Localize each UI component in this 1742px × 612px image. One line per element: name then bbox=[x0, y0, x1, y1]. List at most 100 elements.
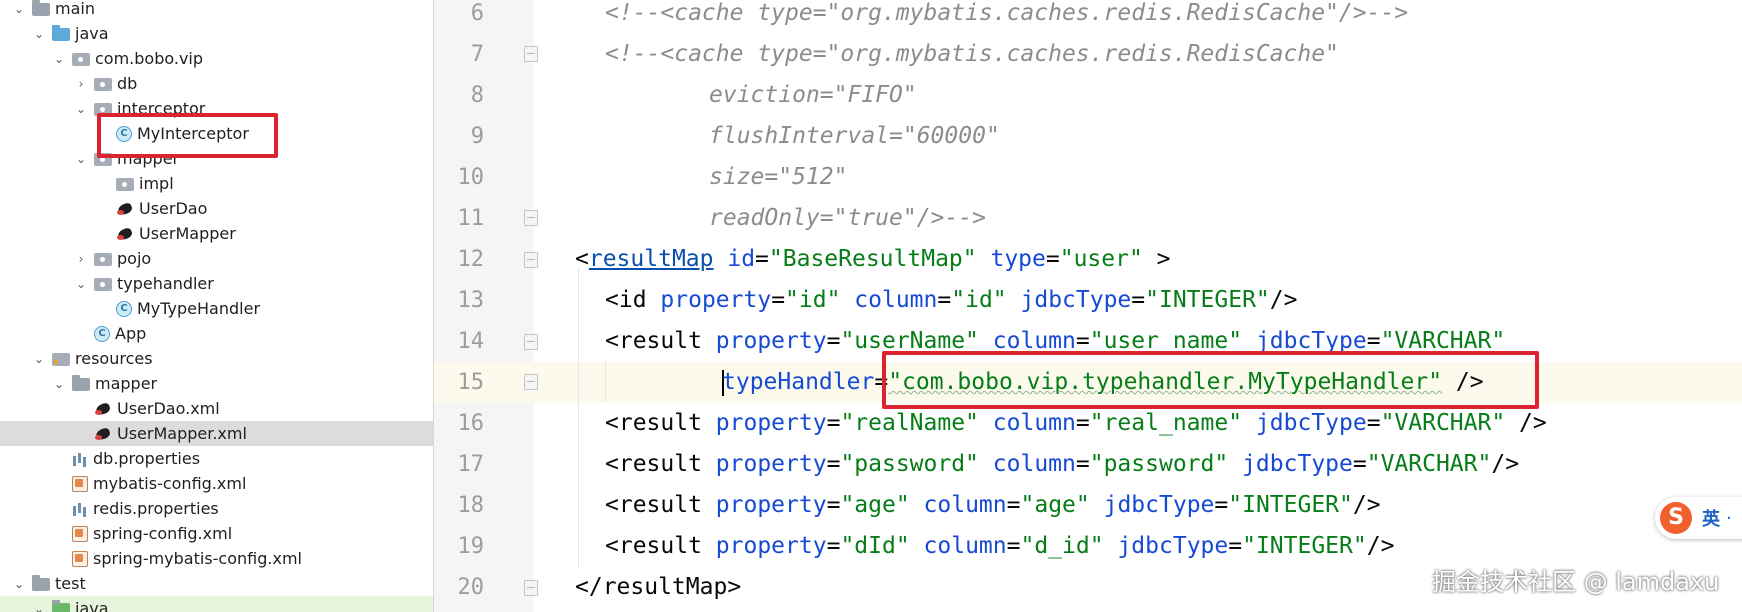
code-line-15[interactable]: typeHandler="com.bobo.vip.typehandler.My… bbox=[722, 362, 1484, 403]
xml-comment: <!--<cache type="org.mybatis.caches.redi… bbox=[605, 41, 1339, 67]
chevron-down-icon[interactable]: ⌄ bbox=[32, 352, 46, 366]
xml-value: "password" bbox=[1089, 451, 1229, 477]
chevron-down-icon[interactable]: ⌄ bbox=[32, 602, 46, 612]
tree-item-interceptor[interactable]: ⌄ interceptor bbox=[0, 96, 433, 121]
xml-attribute: typeHandler bbox=[722, 369, 875, 395]
code-line-16[interactable]: <result property="realName" column="real… bbox=[605, 403, 1547, 444]
fold-marker-icon[interactable] bbox=[524, 252, 538, 268]
tree-item-com-bobo-vip[interactable]: ⌄ com.bobo.vip bbox=[0, 46, 433, 71]
tree-item-label: java bbox=[75, 24, 109, 43]
tree-item-label: mybatis-config.xml bbox=[93, 474, 247, 493]
tree-item-label: mapper bbox=[95, 374, 158, 393]
chevron-down-icon[interactable]: ⌄ bbox=[12, 577, 26, 591]
chevron-right-icon[interactable]: › bbox=[74, 252, 88, 266]
tree-item-impl[interactable]: impl bbox=[0, 171, 433, 196]
fold-marker-icon[interactable] bbox=[524, 580, 538, 596]
tree-item-pojo[interactable]: › pojo bbox=[0, 246, 433, 271]
resources-folder-icon bbox=[52, 353, 70, 366]
xml-value: "age" bbox=[840, 492, 910, 518]
xml-attribute: column bbox=[923, 533, 1007, 559]
code-line-14[interactable]: <result property="userName" column="user… bbox=[605, 321, 1505, 362]
tree-item-label: App bbox=[115, 324, 147, 343]
code-line-17[interactable]: <result property="password" column="pass… bbox=[605, 444, 1519, 485]
code-line-18[interactable]: <result property="age" column="age" jdbc… bbox=[605, 485, 1381, 526]
tree-item-db[interactable]: › db bbox=[0, 71, 433, 96]
tree-item-test[interactable]: ⌄ test bbox=[0, 571, 433, 596]
code-line-10[interactable]: size="512" bbox=[709, 157, 847, 198]
tree-item-db-properties[interactable]: db.properties bbox=[0, 446, 433, 471]
tree-item-test-java[interactable]: ⌄ java bbox=[0, 596, 433, 612]
tree-item-redis-properties[interactable]: redis.properties bbox=[0, 496, 433, 521]
code-line-8[interactable]: eviction="FIFO" bbox=[709, 75, 917, 116]
tree-item-main[interactable]: ⌄ main bbox=[0, 0, 433, 21]
code-line-12[interactable]: <resultMap id="BaseResultMap" type="user… bbox=[575, 239, 1171, 280]
code-line-19[interactable]: <result property="dId" column="d_id" jdb… bbox=[605, 526, 1394, 567]
xml-comment: size="512" bbox=[709, 164, 848, 190]
tree-item-app[interactable]: C App bbox=[0, 321, 433, 346]
tree-item-myinterceptor[interactable]: C MyInterceptor bbox=[0, 121, 433, 146]
tree-item-mytypehandler[interactable]: C MyTypeHandler bbox=[0, 296, 433, 321]
tree-item-usermapper-xml[interactable]: UserMapper.xml bbox=[0, 421, 433, 446]
package-icon bbox=[72, 53, 90, 66]
code-line-20[interactable]: </resultMap> bbox=[575, 567, 741, 608]
fold-marker-icon[interactable] bbox=[524, 210, 538, 226]
tree-item-label: redis.properties bbox=[93, 499, 219, 518]
xml-value: "real_name" bbox=[1089, 410, 1243, 436]
xml-value: "realName" bbox=[840, 410, 979, 436]
chevron-down-icon[interactable]: ⌄ bbox=[32, 27, 46, 41]
tree-item-label: UserMapper bbox=[139, 224, 236, 243]
code-line-11[interactable]: readOnly="true"/>--> bbox=[709, 198, 986, 239]
tree-item-resources[interactable]: ⌄ resources bbox=[0, 346, 433, 371]
code-line-9[interactable]: flushInterval="60000" bbox=[709, 116, 1000, 157]
xml-value: "INTEGER" bbox=[1228, 492, 1353, 518]
chevron-down-icon[interactable]: ⌄ bbox=[74, 102, 88, 116]
xml-tag-open: <result bbox=[605, 451, 702, 477]
tree-item-mapper[interactable]: ⌄ mapper bbox=[0, 146, 433, 171]
chevron-right-icon[interactable]: › bbox=[74, 77, 88, 91]
xml-value: "userName" bbox=[840, 328, 979, 354]
fold-marker-icon[interactable] bbox=[524, 46, 538, 62]
xml-tag-close: > bbox=[1142, 246, 1171, 272]
line-number: 16 bbox=[457, 411, 485, 436]
xml-comment: flushInterval="60000" bbox=[709, 123, 1000, 149]
code-line-7[interactable]: <!--<cache type="org.mybatis.caches.redi… bbox=[605, 34, 1339, 75]
tree-item-spring-mybatis-config-xml[interactable]: spring-mybatis-config.xml bbox=[0, 546, 433, 571]
xml-tag-close: /> bbox=[1352, 492, 1381, 518]
folder-icon bbox=[72, 375, 90, 391]
chevron-down-icon[interactable]: ⌄ bbox=[12, 2, 26, 16]
package-icon bbox=[94, 103, 112, 116]
tree-item-java[interactable]: ⌄ java bbox=[0, 21, 433, 46]
tree-item-label: impl bbox=[139, 174, 174, 193]
line-number: 6 bbox=[470, 1, 484, 26]
tree-item-label: MyTypeHandler bbox=[137, 299, 261, 318]
code-line-6[interactable]: <!--<cache type="org.mybatis.caches.redi… bbox=[605, 0, 1408, 34]
code-line-13[interactable]: <id property="id" column="id" jdbcType="… bbox=[605, 280, 1297, 321]
tree-item-typehandler[interactable]: ⌄ typehandler bbox=[0, 271, 433, 296]
xml-comment: <!--<cache type="org.mybatis.caches.redi… bbox=[605, 0, 1409, 26]
xml-tag-name[interactable]: resultMap bbox=[589, 246, 714, 272]
ime-extra: · bbox=[1726, 507, 1732, 529]
xml-value: "age" bbox=[1020, 492, 1090, 518]
tree-item-label: MyInterceptor bbox=[137, 124, 249, 143]
fold-marker-icon[interactable] bbox=[524, 334, 538, 350]
test-source-folder-icon bbox=[52, 600, 70, 612]
xml-attribute: column bbox=[854, 287, 938, 313]
chevron-down-icon[interactable]: ⌄ bbox=[52, 52, 66, 66]
chevron-down-icon[interactable]: ⌄ bbox=[74, 277, 88, 291]
chevron-down-icon[interactable]: ⌄ bbox=[52, 377, 66, 391]
tree-item-label: db bbox=[117, 74, 138, 93]
folder-icon bbox=[32, 575, 50, 591]
xml-value: "INTEGER" bbox=[1242, 533, 1367, 559]
tree-item-label: typehandler bbox=[117, 274, 214, 293]
tree-item-userdao[interactable]: UserDao bbox=[0, 196, 433, 221]
tree-item-usermapper[interactable]: UserMapper bbox=[0, 221, 433, 246]
tree-item-mybatis-config-xml[interactable]: mybatis-config.xml bbox=[0, 471, 433, 496]
fold-marker-icon[interactable] bbox=[524, 374, 538, 390]
tree-item-spring-config-xml[interactable]: spring-config.xml bbox=[0, 521, 433, 546]
xml-file-icon bbox=[72, 550, 88, 567]
ime-indicator[interactable]: S 英 · bbox=[1655, 497, 1742, 539]
tree-item-label: spring-config.xml bbox=[93, 524, 233, 543]
chevron-down-icon[interactable]: ⌄ bbox=[74, 152, 88, 166]
tree-item-userdao-xml[interactable]: UserDao.xml bbox=[0, 396, 433, 421]
tree-item-mapper-folder[interactable]: ⌄ mapper bbox=[0, 371, 433, 396]
